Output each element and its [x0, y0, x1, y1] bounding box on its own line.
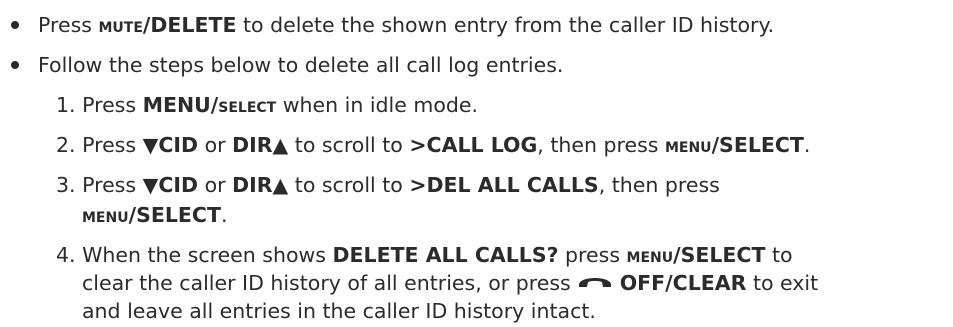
text: or — [198, 133, 233, 157]
step-number: 4. — [56, 243, 76, 267]
menu-target: >DEL ALL CALLS — [409, 173, 599, 197]
text: , then press — [537, 133, 665, 157]
text: when in idle mode. — [276, 93, 479, 117]
text: press — [558, 243, 627, 267]
menu-key-label: menu — [82, 203, 129, 227]
step-3-continued: menu/SELECT. — [82, 200, 227, 230]
bullet-dot — [11, 61, 19, 69]
text: to scroll to — [288, 173, 410, 197]
screen-prompt: DELETE ALL CALLS? — [332, 243, 559, 267]
text: Press — [82, 93, 143, 117]
text: Press — [82, 133, 143, 157]
menu-key-label: menu — [664, 133, 712, 157]
text: to — [765, 243, 793, 267]
step-number: 2. — [56, 133, 76, 157]
select-key-label: /SELECT — [711, 133, 804, 157]
bullet-item-delete-all: Follow the steps below to delete all cal… — [38, 50, 563, 80]
step-number: 3. — [56, 173, 76, 197]
text: to delete the shown entry from the calle… — [236, 13, 775, 37]
text: clear the caller ID history of all entri… — [82, 271, 578, 295]
text: When the screen shows — [82, 243, 333, 267]
text: to exit — [746, 271, 819, 295]
bullet-dot — [11, 21, 19, 29]
step-2: 2. Press ▼CID or DIR▲ to scroll to >CALL… — [56, 130, 810, 160]
menu-key-label: MENU/ — [142, 93, 219, 117]
text: Press — [82, 173, 143, 197]
text: . — [803, 133, 811, 157]
phone-hangup-icon — [577, 269, 613, 299]
text: . — [220, 203, 228, 227]
step-number: 1. — [56, 93, 76, 117]
bullet-item-delete-entry: Press mute/DELETE to delete the shown en… — [38, 10, 774, 40]
menu-target: >CALL LOG — [409, 133, 538, 157]
mute-key-label: mute — [98, 13, 143, 37]
text: or — [198, 173, 233, 197]
delete-key-label: /DELETE — [142, 13, 237, 37]
text: to scroll to — [288, 133, 410, 157]
select-key-label: /SELECT — [673, 243, 766, 267]
cid-key-label: ▼CID — [142, 133, 199, 157]
off-clear-key-label: OFF/CLEAR — [619, 271, 747, 295]
select-key-label: select — [218, 93, 277, 117]
dir-key-label: DIR▲ — [232, 173, 289, 197]
menu-key-label: menu — [626, 243, 674, 267]
cid-key-label: ▼CID — [142, 173, 199, 197]
instruction-page: Press mute/DELETE to delete the shown en… — [0, 0, 953, 327]
step-4: 4. When the screen shows DELETE ALL CALL… — [56, 240, 793, 270]
step-4-line-3: and leave all entries in the caller ID h… — [82, 296, 596, 326]
text: Follow the steps below to delete all cal… — [38, 53, 564, 77]
select-key-label: /SELECT — [128, 203, 221, 227]
text: , then press — [598, 173, 720, 197]
text: and leave all entries in the caller ID h… — [82, 299, 596, 323]
dir-key-label: DIR▲ — [232, 133, 289, 157]
text: Press — [38, 13, 99, 37]
step-3: 3. Press ▼CID or DIR▲ to scroll to >DEL … — [56, 170, 720, 200]
step-1: 1. Press MENU/select when in idle mode. — [56, 90, 478, 120]
step-4-line-2: clear the caller ID history of all entri… — [82, 268, 818, 299]
